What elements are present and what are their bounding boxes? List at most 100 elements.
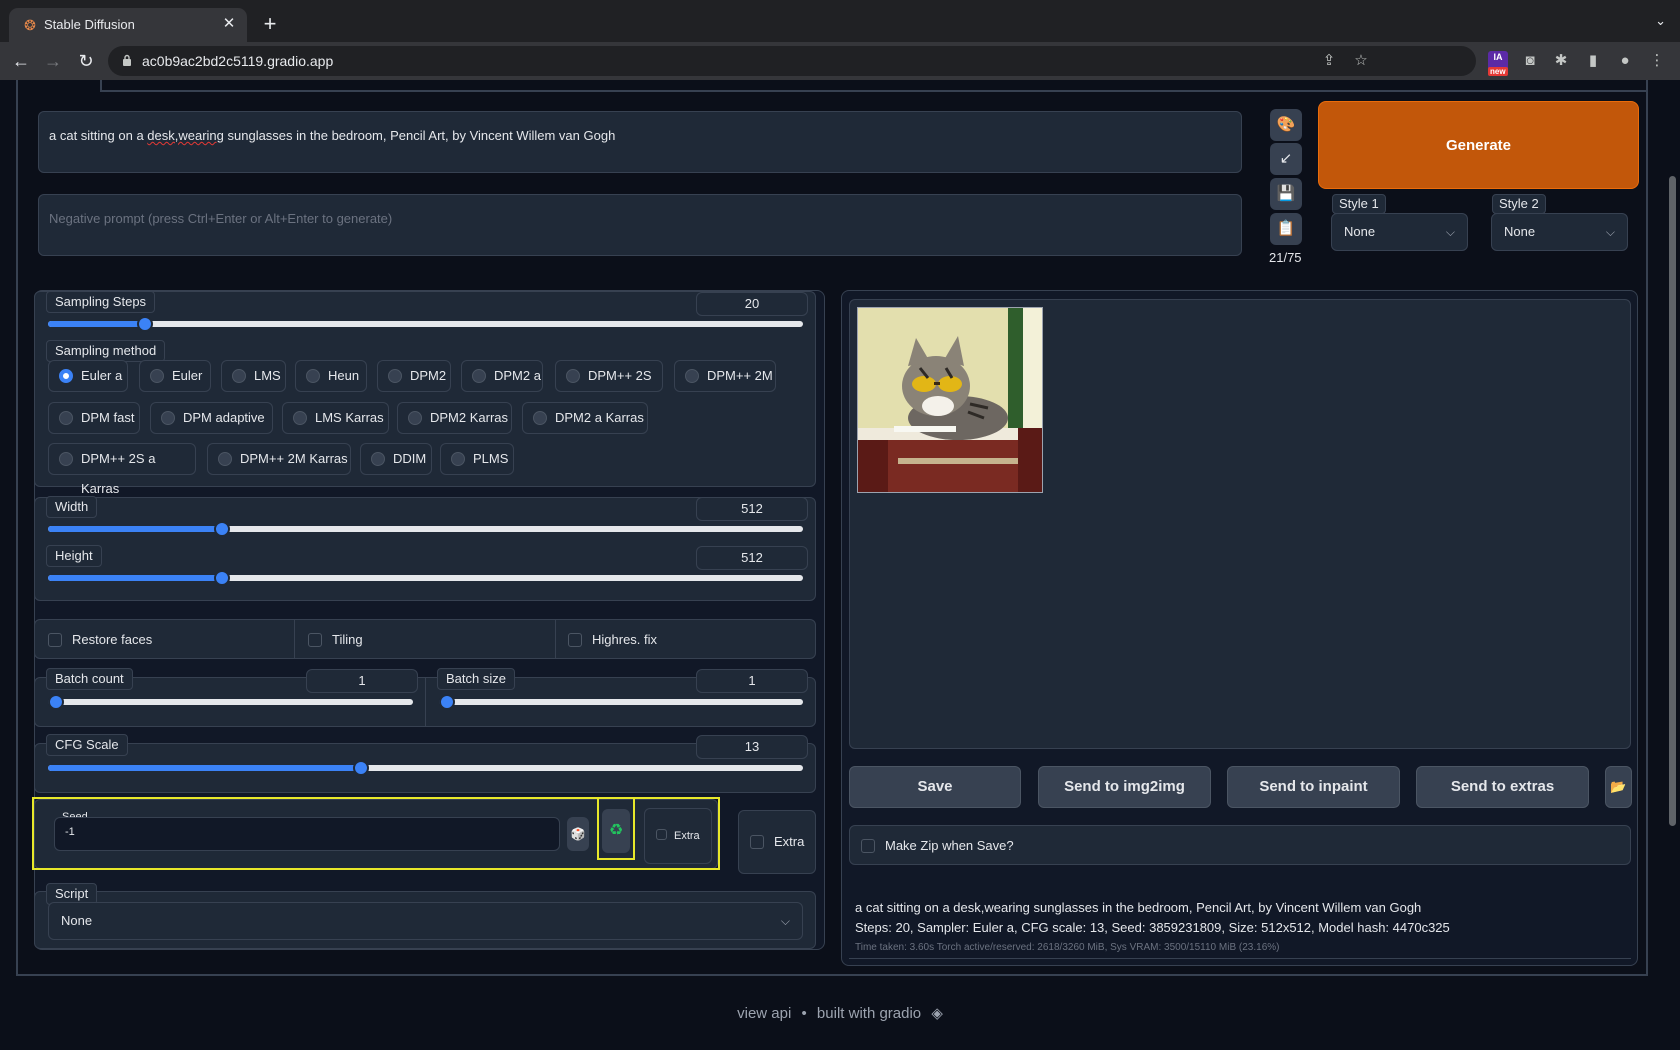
slider-handle[interactable] <box>48 694 64 710</box>
send-to-extras-button[interactable]: Send to extras <box>1416 766 1589 808</box>
bookmark-star-icon[interactable]: ☆ <box>1352 52 1370 70</box>
chevron-down-icon: ⌵ <box>780 914 790 928</box>
browser-toolbar: ← → ↻ ac0b9ac2bd2c5119.gradio.app ⇪ ☆ IA… <box>0 42 1680 80</box>
sampler-option[interactable]: Euler a <box>48 360 128 392</box>
send-to-inpaint-button[interactable]: Send to inpaint <box>1227 766 1400 808</box>
prompt-input[interactable]: a cat sitting on a desk,wearing sunglass… <box>38 111 1242 173</box>
cfg-scale-slider[interactable] <box>48 760 803 776</box>
open-folder-button[interactable]: 📂 <box>1605 766 1632 808</box>
negative-prompt-input[interactable]: Negative prompt (press Ctrl+Enter or Alt… <box>38 194 1242 256</box>
width-number[interactable]: 512 <box>696 497 808 521</box>
seed-input[interactable]: -1 <box>54 817 560 851</box>
apply-style-button[interactable]: 📋 <box>1270 213 1302 245</box>
ia-extension-icon[interactable]: IA new <box>1488 51 1508 76</box>
style-1-select[interactable]: None ⌵ <box>1331 213 1468 251</box>
sampler-option[interactable]: DPM2 a <box>461 360 543 392</box>
slider-handle[interactable] <box>214 570 230 586</box>
browser-tab[interactable]: ❂ Stable Diffusion ✕ <box>9 8 247 42</box>
slider-handle[interactable] <box>214 521 230 537</box>
divider <box>294 619 295 659</box>
tab-strip-edge <box>100 80 1648 92</box>
sampler-option[interactable]: DDIM <box>360 443 432 475</box>
browser-tab-bar: ❂ Stable Diffusion ✕ + ⌄ <box>0 0 1680 42</box>
highres-fix-checkbox[interactable]: Highres. fix <box>568 632 657 648</box>
tiling-checkbox[interactable]: Tiling <box>308 632 363 648</box>
radio-dot-icon <box>150 369 164 383</box>
extra-checkbox[interactable]: Extra <box>750 834 804 850</box>
sampling-steps-slider[interactable] <box>48 316 803 332</box>
sampler-option[interactable]: Heun <box>295 360 367 392</box>
sampler-option[interactable]: DPM++ 2M Karras <box>207 443 351 475</box>
radio-dot-icon <box>472 369 486 383</box>
radio-dot-icon <box>218 452 232 466</box>
new-tab-button[interactable]: + <box>258 12 282 36</box>
share-icon[interactable]: ⇪ <box>1320 52 1338 70</box>
sampler-option[interactable]: DPM2 a Karras <box>522 402 648 434</box>
floppy-disk-icon: 💾 <box>1276 185 1296 202</box>
width-slider[interactable] <box>48 521 803 537</box>
height-slider[interactable] <box>48 570 803 586</box>
back-arrow-icon[interactable]: ← <box>10 50 32 72</box>
batch-size-number[interactable]: 1 <box>696 669 808 693</box>
view-api-link[interactable]: view api <box>737 1005 791 1022</box>
close-tab-icon[interactable]: ✕ <box>220 15 238 33</box>
side-panel-icon[interactable]: ▮ <box>1583 51 1603 71</box>
seed-extra-checkbox[interactable]: Extra <box>656 828 700 844</box>
script-select[interactable]: None ⌵ <box>48 902 803 940</box>
divider <box>425 677 426 727</box>
address-bar[interactable]: ac0b9ac2bd2c5119.gradio.app ⇪ ☆ <box>108 46 1476 76</box>
batch-size-label: Batch size <box>437 668 515 690</box>
radio-dot-icon <box>533 411 547 425</box>
send-to-img2img-button[interactable]: Send to img2img <box>1038 766 1211 808</box>
sampler-option[interactable]: LMS <box>221 360 286 392</box>
save-button[interactable]: Save <box>849 766 1021 808</box>
sampling-steps-number[interactable]: 20 <box>696 292 808 316</box>
sampler-option[interactable]: LMS Karras <box>282 402 389 434</box>
tab-search-chevron-icon[interactable]: ⌄ <box>1655 13 1666 29</box>
folder-icon: 📂 <box>1610 779 1627 794</box>
camera-extension-icon[interactable]: ◙ <box>1520 51 1540 71</box>
forward-arrow-icon[interactable]: → <box>42 50 64 72</box>
height-number[interactable]: 512 <box>696 546 808 570</box>
sampler-option[interactable]: Euler <box>139 360 211 392</box>
batch-count-number[interactable]: 1 <box>306 669 418 693</box>
sampler-option[interactable]: DPM adaptive <box>150 402 273 434</box>
url-text: ac0b9ac2bd2c5119.gradio.app <box>142 53 334 69</box>
make-zip-checkbox[interactable]: Make Zip when Save? <box>861 838 1014 854</box>
built-with-gradio-link[interactable]: built with gradio <box>817 1005 921 1022</box>
save-style-button[interactable]: 💾 <box>1270 178 1302 210</box>
reuse-seed-button[interactable]: ♻ <box>602 809 630 853</box>
random-seed-button[interactable]: 🎲 <box>567 817 589 851</box>
reload-icon[interactable]: ↻ <box>75 50 97 72</box>
cfg-scale-number[interactable]: 13 <box>696 735 808 759</box>
sampler-option[interactable]: DPM fast <box>48 402 140 434</box>
gradio-logo-icon: ◈ <box>931 1005 943 1022</box>
sampler-option[interactable]: DPM2 Karras <box>397 402 512 434</box>
sampler-option[interactable]: PLMS <box>440 443 514 475</box>
generate-button[interactable]: Generate <box>1318 101 1639 189</box>
sampler-option[interactable]: DPM++ 2M <box>674 360 776 392</box>
slider-handle[interactable] <box>439 694 455 710</box>
sampler-option[interactable]: DPM++ 2S a Karras <box>48 443 196 496</box>
slider-handle[interactable] <box>137 316 153 332</box>
generated-image-thumbnail[interactable] <box>857 307 1043 493</box>
extensions-puzzle-icon[interactable]: ✱ <box>1551 51 1571 71</box>
tab-title: Stable Diffusion <box>44 17 135 32</box>
sampler-option[interactable]: DPM2 <box>377 360 451 392</box>
browser-menu-icon[interactable]: ⋮ <box>1647 51 1667 71</box>
style-palette-button[interactable]: 🎨 <box>1270 109 1302 141</box>
sampler-option[interactable]: DPM++ 2S a <box>555 360 663 413</box>
batch-size-slider[interactable] <box>439 694 803 710</box>
style-2-select[interactable]: None ⌵ <box>1491 213 1628 251</box>
restore-faces-checkbox[interactable]: Restore faces <box>48 632 152 648</box>
divider <box>555 619 556 659</box>
sampling-steps-label: Sampling Steps <box>46 291 156 313</box>
read-params-button[interactable]: ↙ <box>1270 143 1302 175</box>
page-scrollbar[interactable] <box>1669 176 1676 826</box>
arrow-down-left-icon: ↙ <box>1279 150 1293 167</box>
radio-dot-icon <box>371 452 385 466</box>
profile-avatar-icon[interactable]: ● <box>1615 51 1635 71</box>
batch-count-slider[interactable] <box>48 694 413 710</box>
sampling-method-label: Sampling method <box>46 340 166 362</box>
slider-handle[interactable] <box>353 760 369 776</box>
